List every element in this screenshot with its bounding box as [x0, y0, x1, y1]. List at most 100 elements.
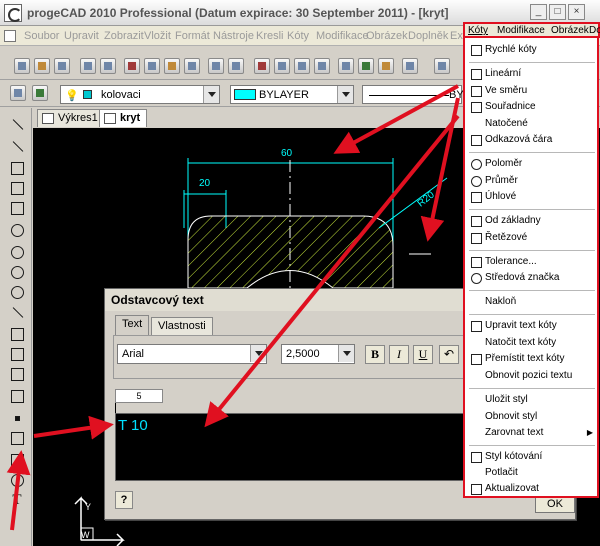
help-button[interactable]: ? — [115, 491, 133, 509]
menu-item-ulozit-styl[interactable]: Uložit styl — [485, 394, 528, 405]
save-icon[interactable] — [54, 58, 70, 74]
multiline-text-tool-icon[interactable]: T — [9, 492, 25, 508]
menu-item-prumer[interactable]: Průměr — [485, 175, 518, 186]
region-tool-icon[interactable] — [9, 452, 25, 468]
layers-manager-icon[interactable] — [10, 85, 26, 101]
menu-doplnek-active[interactable]: Do — [589, 25, 600, 36]
menu-item-uhlove[interactable]: Úhlové — [485, 191, 516, 202]
menu-item-retezove[interactable]: Řetězové — [485, 232, 527, 243]
chevron-down-icon[interactable] — [203, 86, 219, 103]
bold-button[interactable]: B — [365, 345, 385, 364]
close-button[interactable]: × — [568, 4, 585, 20]
menu-item-upravit-text-koty[interactable]: Upravit text kóty — [485, 320, 557, 331]
circle-tool-icon[interactable] — [9, 244, 25, 260]
tab-kryt[interactable]: kryt — [99, 109, 148, 127]
make-block-icon[interactable] — [9, 366, 25, 382]
menu-item-stredova-znacka[interactable]: Středová značka — [485, 272, 560, 283]
redo-icon[interactable] — [228, 58, 244, 74]
menu-item-potlacit[interactable]: Potlačit — [485, 467, 518, 478]
menu-koty[interactable]: Kóty — [287, 30, 309, 42]
menu-item-obnovit-styl[interactable]: Obnovit styl — [485, 411, 537, 422]
menu-item-odkazova-cara[interactable]: Odkazová čára — [485, 134, 552, 145]
cut-icon[interactable] — [124, 58, 140, 74]
menu-item-linearni[interactable]: Lineární — [485, 68, 521, 79]
copy-icon[interactable] — [144, 58, 160, 74]
spline-tool-icon[interactable] — [9, 304, 25, 320]
chevron-down-icon[interactable] — [337, 86, 353, 103]
design-center-icon[interactable] — [358, 58, 374, 74]
menu-item-naklon[interactable]: Nakloň — [485, 296, 516, 307]
menu-item-tolerance[interactable]: Tolerance... — [485, 256, 537, 267]
menu-ex[interactable]: Ex — [450, 30, 463, 42]
menu-format[interactable]: Formát — [175, 30, 210, 42]
zoom-realtime-icon[interactable] — [274, 58, 290, 74]
tab-vlastnosti[interactable]: Vlastnosti — [151, 317, 213, 335]
menu-item-styl-kotovani[interactable]: Styl kótování — [485, 451, 542, 462]
menu-item-ve-smeru[interactable]: Ve směru — [485, 85, 527, 96]
tab-text[interactable]: Text — [115, 315, 150, 335]
linetype-select[interactable]: BY — [362, 85, 464, 104]
zoom-previous-icon[interactable] — [314, 58, 330, 74]
ellipse-arc-icon[interactable] — [9, 326, 25, 342]
tab-vykres1[interactable]: Výkres1 — [37, 109, 105, 127]
table-tool-icon[interactable] — [9, 388, 25, 404]
print-preview-icon[interactable] — [100, 58, 116, 74]
zoom-window-icon[interactable] — [294, 58, 310, 74]
menu-item-souradnice[interactable]: Souřadnice — [485, 101, 536, 112]
chevron-down-icon[interactable] — [338, 345, 354, 362]
menu-obrazek-active[interactable]: Obrázek — [551, 25, 589, 36]
revision-cloud-icon[interactable] — [9, 284, 25, 300]
menu-item-zarovnat-text[interactable]: Zarovnat text — [485, 427, 543, 438]
menu-koty-active[interactable]: Kóty — [468, 25, 488, 36]
menu-item-polomer[interactable]: Poloměr — [485, 158, 522, 169]
italic-button[interactable]: I — [389, 345, 409, 364]
menu-zobrazit[interactable]: Zobrazit — [104, 30, 144, 42]
font-select[interactable]: Arial — [117, 344, 267, 364]
pentagon-tool-icon[interactable] — [9, 180, 25, 196]
open-folder-icon[interactable] — [34, 58, 50, 74]
point-tool-icon[interactable] — [9, 410, 25, 426]
layer-select[interactable]: 💡 kolovaci — [60, 85, 220, 104]
menu-obrazek[interactable]: Obrázek — [366, 30, 408, 42]
polyline-tool-icon[interactable] — [9, 138, 25, 154]
pan-icon[interactable] — [254, 58, 270, 74]
maximize-button[interactable]: □ — [549, 4, 566, 20]
polygon-tool-icon[interactable] — [9, 160, 25, 176]
menu-item-premistit-text-koty[interactable]: Přemístit text kóty — [485, 353, 564, 364]
menu-item-aktualizovat[interactable]: Aktualizovat — [485, 483, 539, 494]
ellipse-tool-icon[interactable] — [9, 264, 25, 280]
undo-icon[interactable] — [208, 58, 224, 74]
help-icon[interactable] — [402, 58, 418, 74]
underline-button[interactable]: U — [413, 345, 433, 364]
menu-nastroje[interactable]: Nástroje — [213, 30, 254, 42]
menu-item-natocit-text-koty[interactable]: Natočit text kóty — [485, 337, 556, 348]
document-menu-icon[interactable] — [4, 30, 16, 42]
hatch-tool-icon[interactable] — [9, 430, 25, 446]
menu-vlozit[interactable]: Vložit — [144, 30, 171, 42]
text-height-select[interactable]: 2,5000 — [281, 344, 355, 364]
menu-item-natocene[interactable]: Natočené — [485, 118, 528, 129]
tool-palette-icon[interactable] — [378, 58, 394, 74]
wipeout-tool-icon[interactable] — [9, 472, 25, 488]
print-icon[interactable] — [80, 58, 96, 74]
tab-ruler[interactable]: 5 — [115, 389, 163, 403]
new-file-icon[interactable] — [14, 58, 30, 74]
layer-previous-icon[interactable] — [32, 85, 48, 101]
properties-icon[interactable] — [338, 58, 354, 74]
match-properties-icon[interactable] — [184, 58, 200, 74]
indent-marker[interactable] — [115, 403, 121, 413]
menu-kresli[interactable]: Kresli — [256, 30, 284, 42]
color-select[interactable]: BYLAYER — [230, 85, 354, 104]
insert-block-icon[interactable] — [9, 346, 25, 362]
menu-item-obnovit-pozici-textu[interactable]: Obnovit pozici textu — [485, 370, 572, 381]
undo-text-button[interactable]: ↶ — [439, 345, 459, 364]
minimize-button[interactable]: _ — [530, 4, 547, 20]
menu-soubor[interactable]: Soubor — [24, 30, 59, 42]
menu-item-rychle-koty[interactable]: Rychlé kóty — [485, 44, 537, 55]
arc-tool-icon[interactable] — [9, 222, 25, 238]
paste-icon[interactable] — [164, 58, 180, 74]
line-tool-icon[interactable] — [9, 116, 25, 132]
toolbar-extra-icon[interactable] — [434, 58, 450, 74]
menu-item-od-zakladny[interactable]: Od základny — [485, 215, 541, 226]
menu-doplnek[interactable]: Doplněk — [408, 30, 448, 42]
